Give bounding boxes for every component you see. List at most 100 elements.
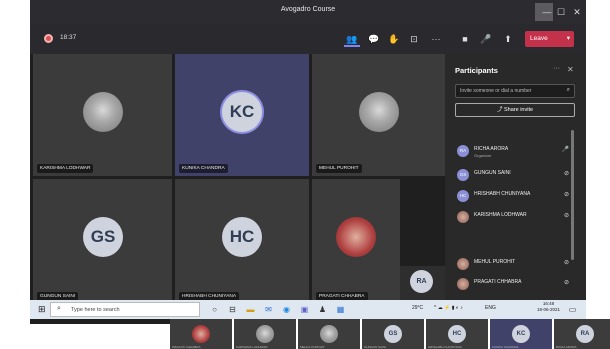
strip-thumb[interactable]: HC HRISHABH CHUNIYANA xyxy=(426,319,488,349)
participant-avatar: HC xyxy=(457,190,469,202)
language-indicator[interactable]: ENG xyxy=(485,305,496,311)
panel-scrollbar[interactable] xyxy=(571,130,574,260)
participant-item[interactable]: KARISHMA LODHWAR ⊘ xyxy=(455,210,569,226)
notifications-icon[interactable]: ▭ xyxy=(566,303,579,316)
close-icon[interactable]: ✕ xyxy=(568,3,586,21)
raise-hand-icon[interactable]: ✋ xyxy=(386,31,402,47)
cortana-icon[interactable]: ○ xyxy=(208,303,221,316)
strip-thumb[interactable]: MEHUL PUROHIT xyxy=(298,319,360,349)
tile-name: KUNIKA CHANDRA xyxy=(179,164,228,173)
participant-avatar-photo xyxy=(457,278,469,290)
store-icon[interactable]: ▦ xyxy=(334,303,347,316)
windows-taskbar: ⊞ ⌕ Type here to search ○ ⊟ ▬ ✉ ◉ ▣ ♟ ▦ … xyxy=(30,300,586,319)
avatar: GS xyxy=(384,325,402,343)
panel-title: Participants xyxy=(455,66,498,75)
strip-thumb[interactable]: KARISHMA LODHWAR xyxy=(234,319,296,349)
thumb-name: KARISHMA LODHWAR xyxy=(236,345,268,349)
participant-avatar-photo xyxy=(457,258,469,270)
participant-name: HRISHABH CHUNIYANA xyxy=(474,191,531,197)
participant-tile[interactable]: PRAGATI CHHABRA xyxy=(312,179,400,304)
thumb-name: HRISHABH CHUNIYANA xyxy=(428,345,462,349)
participant-item[interactable]: GS GUNGUN SAINI ⊘ xyxy=(455,168,569,184)
more-actions-icon[interactable]: ··· xyxy=(428,31,444,47)
chevron-down-icon[interactable]: ▾ xyxy=(567,31,570,47)
participant-name: GUNGUN SAINI xyxy=(474,170,511,176)
participants-icon[interactable]: 👥 xyxy=(344,31,360,47)
avatar-photo xyxy=(359,92,399,132)
self-avatar: RA xyxy=(410,270,433,293)
tile-name: KARISHMA LODHWAR xyxy=(37,164,94,173)
leave-button[interactable]: Leave ▾ xyxy=(525,31,574,47)
participant-role: Organizer xyxy=(474,153,492,158)
close-panel-icon[interactable]: ✕ xyxy=(567,65,574,74)
strip-thumb[interactable]: RA RICHA ARORA xyxy=(554,319,610,349)
avatar-photo xyxy=(83,92,123,132)
thumb-name: RICHA ARORA xyxy=(556,345,577,349)
participant-item[interactable]: PRAGATI CHHABRA ⊘ xyxy=(455,277,569,293)
windows-start-icon[interactable]: ⊞ xyxy=(38,304,46,315)
invite-input[interactable]: Invite someone or dial a number ⌕ xyxy=(455,84,575,98)
invite-placeholder: Invite someone or dial a number xyxy=(460,88,532,94)
mic-muted-icon[interactable]: ⊘ xyxy=(564,259,569,266)
avatar-photo xyxy=(320,325,338,343)
more-options-icon[interactable]: ··· xyxy=(553,65,560,72)
participant-avatar: RA xyxy=(457,145,469,157)
thumb-name: GUNGUN SAINI xyxy=(364,345,387,349)
participant-tile[interactable]: HC HRISHABH CHUNIYANA xyxy=(175,179,309,304)
app-icon[interactable]: ♟ xyxy=(316,303,329,316)
mic-muted-icon[interactable]: ⊘ xyxy=(564,170,569,177)
self-view[interactable]: RA xyxy=(400,266,445,300)
chat-icon[interactable]: 💬 xyxy=(366,31,382,47)
mic-muted-icon[interactable]: ⊘ xyxy=(564,212,569,219)
participant-avatar-photo xyxy=(457,211,469,223)
microphone-icon[interactable]: 🎤 xyxy=(478,31,494,47)
participant-name: PRAGATI CHHABRA xyxy=(474,279,522,285)
file-explorer-icon[interactable]: ▬ xyxy=(244,303,257,316)
leave-label: Leave xyxy=(530,35,548,42)
participant-tile[interactable]: KC KUNIKA CHANDRA xyxy=(175,54,309,176)
thumb-name: KUNIKA CHANDRA xyxy=(492,345,519,349)
participant-strip: PRAGATI CHHABRA KARISHMA LODHWAR MEHUL P… xyxy=(170,319,610,349)
clock-date: 18-06-2021 xyxy=(537,307,561,312)
mail-icon[interactable]: ✉ xyxy=(262,303,275,316)
task-view-icon[interactable]: ⊟ xyxy=(226,303,239,316)
participant-avatar: GS xyxy=(457,169,469,181)
participant-tile[interactable]: KARISHMA LODHWAR xyxy=(33,54,172,176)
taskbar-clock[interactable]: 16:48 18-06-2021 xyxy=(537,301,560,313)
avatar: KC xyxy=(222,92,262,132)
participant-item[interactable]: RA RICHA ARORA Organizer 🎤 xyxy=(455,144,569,160)
tile-name: MEHUL PUROHIT xyxy=(316,164,362,173)
mic-muted-icon[interactable]: ⊘ xyxy=(564,191,569,198)
share-icon: ⤴ xyxy=(496,107,503,113)
participant-tile[interactable]: MEHUL PUROHIT xyxy=(312,54,445,176)
more-views-icon[interactable]: ⊡ xyxy=(406,31,422,47)
participant-item[interactable]: HC HRISHABH CHUNIYANA ⊘ xyxy=(455,189,569,205)
share-tray-icon[interactable]: ⬆ xyxy=(500,31,516,47)
dialpad-icon[interactable]: ⌕ xyxy=(567,87,570,94)
avatar-photo xyxy=(256,325,274,343)
recording-indicator-icon xyxy=(44,34,53,43)
participant-tile[interactable]: GS GUNGUN SAINI xyxy=(33,179,172,304)
weather-temp[interactable]: 29°C xyxy=(412,305,423,311)
microphone-icon[interactable]: 🎤 xyxy=(562,146,569,153)
strip-thumb[interactable]: GS GUNGUN SAINI xyxy=(362,319,424,349)
avatar-photo xyxy=(192,325,210,343)
participant-item[interactable]: MEHUL PUROHIT ⊘ xyxy=(455,257,569,273)
avatar: RA xyxy=(576,325,594,343)
camera-icon[interactable]: ■ xyxy=(457,31,473,47)
teams-icon[interactable]: ▣ xyxy=(298,303,311,316)
search-icon: ⌕ xyxy=(57,305,61,312)
mic-muted-icon[interactable]: ⊘ xyxy=(564,279,569,286)
avatar: KC xyxy=(512,325,530,343)
edge-icon[interactable]: ◉ xyxy=(280,303,293,316)
system-tray-icons[interactable]: ^ ☁ ⚡ ▮ ◐ ♪ xyxy=(434,305,463,311)
taskbar-search[interactable]: ⌕ Type here to search xyxy=(50,302,200,317)
meeting-timer: 18:37 xyxy=(60,34,77,41)
avatar-photo xyxy=(336,217,376,257)
search-placeholder: Type here to search xyxy=(71,307,120,313)
strip-thumb[interactable]: PRAGATI CHHABRA xyxy=(170,319,232,349)
title-bar: Avogadro Course — ☐ ✕ xyxy=(30,0,586,24)
avatar: HC xyxy=(448,325,466,343)
strip-thumb[interactable]: KC KUNIKA CHANDRA xyxy=(490,319,552,349)
share-invite-button[interactable]: ⤴ Share invite xyxy=(455,103,575,117)
